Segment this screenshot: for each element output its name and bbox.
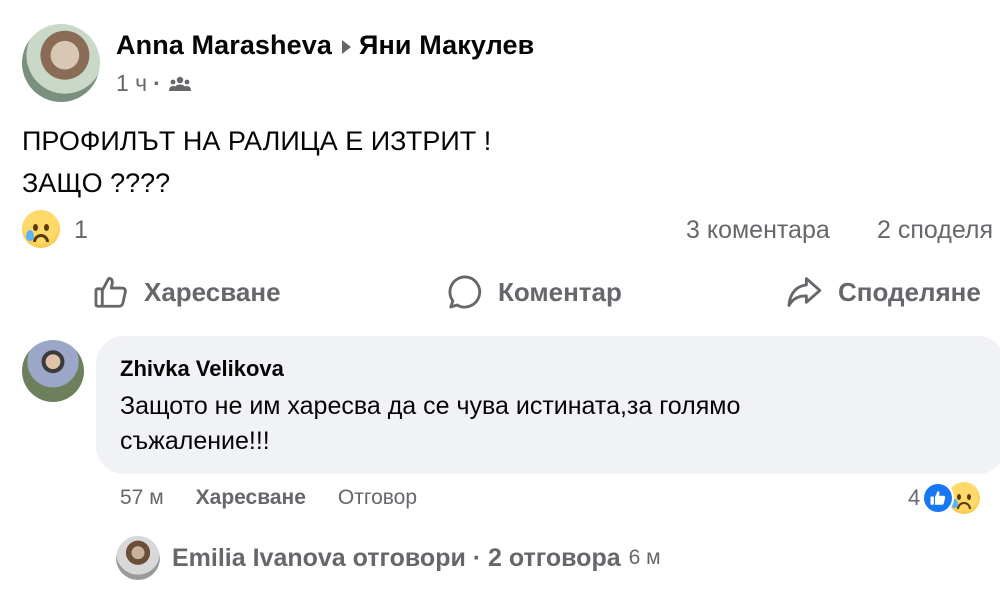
comment-reaction-count: 4: [908, 485, 921, 510]
sad-reaction-icon[interactable]: [22, 210, 60, 248]
comment-like-button[interactable]: Харесване: [196, 486, 306, 510]
arrow-right-icon: [342, 39, 351, 54]
like-button[interactable]: Харесване: [92, 268, 281, 316]
view-replies[interactable]: Emilia Ivanova отговори · 2 отговора 6 м: [116, 536, 661, 580]
post-text: ПРОФИЛЪТ НА РАЛИЦА Е ИЗТРИТ ! ЗАЩО ????: [22, 120, 491, 204]
commenter-avatar[interactable]: [22, 340, 84, 402]
comment-bubble: Zhivka Velikova Защото не им харесва да …: [96, 336, 1000, 474]
comment-text-line: съжаление!!!: [120, 427, 270, 455]
comment-time[interactable]: 57 м: [120, 486, 164, 510]
post-author-avatar[interactable]: [22, 24, 100, 102]
post-time[interactable]: 1 ч: [116, 70, 147, 97]
comment-label: Коментар: [498, 276, 622, 307]
reactions-summary: 1 3 коментара 2 споделя: [22, 210, 1000, 250]
comment-reply-button[interactable]: Отговор: [338, 486, 417, 510]
post-action-bar: Харесване Коментар Споделяне: [0, 268, 1000, 316]
comments-count[interactable]: 3 коментара: [686, 216, 830, 245]
post-author-name[interactable]: Anna Marasheva: [116, 30, 332, 61]
post-meta: 1 ч ·: [116, 70, 191, 97]
thumbs-up-icon: [94, 277, 127, 308]
comment-reactions[interactable]: 4: [908, 480, 981, 516]
comment-text-line: Защото не им харесва да се чува истината…: [120, 392, 741, 420]
comment-actions: 57 м Харесване Отговор: [120, 486, 417, 510]
reaction-count[interactable]: 1: [74, 216, 88, 245]
share-label: Споделяне: [838, 276, 981, 307]
meta-separator: ·: [153, 70, 161, 96]
post-target-name[interactable]: Яни Макулев: [359, 30, 534, 61]
comment-text: Защото не им харесва да се чува истината…: [120, 389, 940, 459]
reply-author-avatar: [116, 536, 160, 580]
replies-summary[interactable]: Emilia Ivanova отговори · 2 отговора: [172, 544, 621, 573]
post-text-line: ЗАЩО ????: [22, 168, 171, 198]
comment-icon: [448, 275, 482, 309]
replies-time: 6 м: [628, 546, 661, 569]
friends-icon: [168, 76, 191, 91]
share-arrow-icon: [787, 277, 822, 307]
like-reaction-icon: [922, 482, 955, 514]
post-author-line: Anna Marasheva Яни Макулев: [116, 30, 534, 61]
share-button[interactable]: Споделяне: [784, 268, 981, 316]
commenter-name[interactable]: Zhivka Velikova: [120, 356, 284, 382]
shares-count[interactable]: 2 споделя: [877, 216, 993, 245]
like-label: Харесване: [144, 276, 281, 307]
comment-button[interactable]: Коментар: [446, 268, 622, 316]
post-text-line: ПРОФИЛЪТ НА РАЛИЦА Е ИЗТРИТ !: [22, 126, 492, 156]
